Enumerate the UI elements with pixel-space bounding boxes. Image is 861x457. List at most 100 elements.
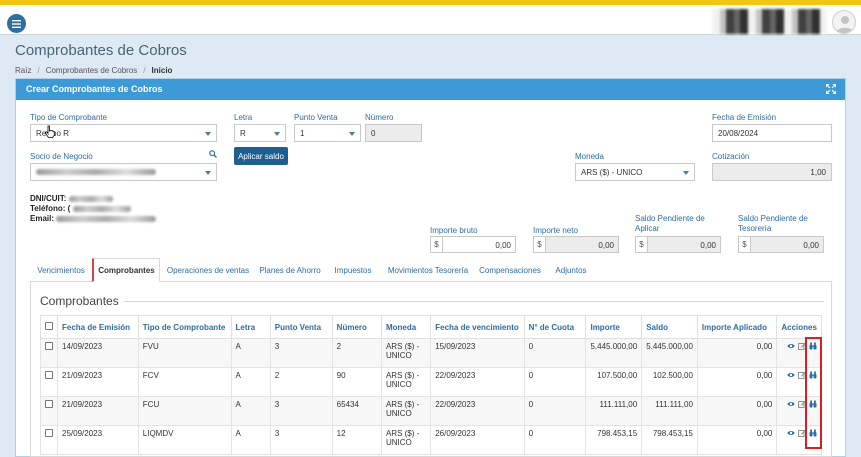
search-icon[interactable] <box>209 150 217 158</box>
chevron-down-icon <box>274 132 280 136</box>
table-cell: 22/09/2023 <box>430 396 525 426</box>
telefono-row: Teléfono: ( <box>30 204 131 213</box>
eye-icon[interactable] <box>787 400 795 408</box>
dni-row: DNI/CUIT: <box>30 194 113 203</box>
breadcrumb-current: Inicio <box>151 66 173 75</box>
cotizacion-field[interactable]: 1,00 <box>712 163 832 181</box>
table-cell: 25/09/2023 <box>57 425 139 455</box>
email-label: Email: <box>30 214 55 223</box>
tab-compensaciones[interactable]: Compensaciones <box>476 258 544 282</box>
tipo-comprobante-label: Tipo de Comprobante <box>30 113 108 122</box>
column-header[interactable]: Saldo <box>641 315 698 339</box>
row-checkbox[interactable] <box>45 429 53 437</box>
table-cell: FCV <box>137 367 232 397</box>
saldo-pendiente-aplicar-label: Saldo Pendiente de Aplicar <box>635 214 705 233</box>
breadcrumb-root[interactable]: Raíz <box>15 66 31 75</box>
table-cell: 3 <box>269 338 333 368</box>
tipo-comprobante-select[interactable]: Recibo R <box>30 124 217 142</box>
tab-comprobantes[interactable]: Comprobantes <box>92 258 160 282</box>
importe-bruto-field[interactable]: $ 0,00 <box>430 236 516 253</box>
tab-impuestos[interactable]: Impuestos <box>326 258 380 282</box>
column-header[interactable]: Moneda <box>380 315 432 339</box>
aplicar-saldo-button[interactable]: Aplicar saldo <box>234 147 288 165</box>
tab-operaciones-ventas[interactable]: Operaciones de ventas <box>162 258 254 282</box>
table-cell: 21/09/2023 <box>57 367 139 397</box>
fecha-emision-field[interactable]: 20/08/2024 <box>712 124 832 142</box>
chevron-down-icon <box>349 132 355 136</box>
email-row: Email: <box>30 214 157 223</box>
eye-icon[interactable] <box>787 342 795 350</box>
table-cell: A <box>230 338 271 368</box>
table-cell: A <box>230 396 271 426</box>
table-cell: ARS ($) - UNICO <box>380 367 432 397</box>
column-header[interactable]: Fecha de Emisión <box>57 315 139 339</box>
table-cell: 14/09/2023 <box>57 338 139 368</box>
user-avatar-icon[interactable] <box>832 10 856 34</box>
fecha-emision-label: Fecha de Emisión <box>712 113 777 122</box>
section-divider <box>124 301 824 302</box>
column-header[interactable]: Importe <box>585 315 643 339</box>
table-cell: 0 <box>523 396 587 426</box>
table-cell: FVU <box>137 338 232 368</box>
socio-negocio-select[interactable] <box>30 163 217 181</box>
table-cell: 0 <box>523 425 587 455</box>
punto-venta-select[interactable]: 1 <box>294 124 361 142</box>
page-title: Comprobantes de Cobros <box>15 42 187 59</box>
select-all-checkbox[interactable] <box>45 322 53 330</box>
table-cell: 3 <box>269 396 333 426</box>
table-cell: ARS ($) - UNICO <box>380 338 432 368</box>
row-checkbox[interactable] <box>45 400 53 408</box>
table-cell: 2 <box>331 338 382 368</box>
table-row: 25/09/2023 LIQMDV A 3 12 ARS ($) - UNICO 26/09… <box>40 425 822 455</box>
cotizacion-value: 1,00 <box>810 167 826 177</box>
importe-bruto-value: 0,00 <box>495 241 511 250</box>
table-row: 21/09/2023 FCU A 3 65434 ARS ($) - UNICO 22/09… <box>40 396 822 426</box>
moneda-select[interactable]: ARS ($) - UNICO <box>575 163 695 181</box>
table-cell: 0 <box>523 338 587 368</box>
hand-cursor-icon <box>44 125 55 138</box>
column-header[interactable]: N° de Cuota <box>523 315 587 339</box>
company-logo <box>712 9 826 34</box>
column-header[interactable]: Punto Venta <box>269 315 333 339</box>
table-cell: 21/09/2023 <box>57 396 139 426</box>
moneda-value: ARS ($) - UNICO <box>581 167 643 177</box>
eye-icon[interactable] <box>787 371 795 379</box>
tab-adjuntos[interactable]: Adjuntos <box>546 258 596 282</box>
letra-label: Letra <box>234 113 253 122</box>
eye-icon[interactable] <box>787 429 795 437</box>
panel-header: Crear Comprobantes de Cobros <box>16 79 845 100</box>
telefono-value <box>72 205 131 212</box>
table-cell: FCU <box>137 396 232 426</box>
table-cell: 111.111,00 <box>585 396 643 426</box>
tab-vencimientos[interactable]: Vencimientos <box>30 258 92 282</box>
table-cell: 798.453,15 <box>585 425 643 455</box>
saldo-pendiente-tesoreria-label: Saldo Pendiente de Tesorería <box>738 214 808 233</box>
expand-icon[interactable] <box>826 84 836 94</box>
hamburger-menu-icon[interactable] <box>7 14 26 33</box>
letra-select[interactable]: R <box>234 124 286 142</box>
importe-neto-value: 0,00 <box>546 237 618 252</box>
table-cell: 0 <box>523 367 587 397</box>
punto-venta-value: 1 <box>300 128 305 138</box>
section-title: Comprobantes <box>40 294 119 308</box>
table-cell: 90 <box>331 367 382 397</box>
row-checkbox[interactable] <box>45 371 53 379</box>
saldo-pendiente-tesoreria-field[interactable]: $ 0,00 <box>738 236 824 253</box>
column-header[interactable]: Número <box>331 315 382 339</box>
column-header[interactable]: Tipo de Comprobante <box>137 315 232 339</box>
row-checkbox[interactable] <box>45 342 53 350</box>
saldo-pendiente-aplicar-field[interactable]: $ 0,00 <box>635 236 721 253</box>
column-header[interactable]: Fecha de vencimiento <box>430 315 525 339</box>
importe-neto-field[interactable]: $ 0,00 <box>533 236 619 253</box>
table-cell: 22/09/2023 <box>430 367 525 397</box>
tab-movimientos-tesoreria[interactable]: Movimientos Tesorería <box>382 258 474 282</box>
row-select-cell <box>40 425 58 455</box>
column-header[interactable]: Importe Aplicado <box>696 315 778 339</box>
tab-planes-ahorro[interactable]: Planes de Ahorro <box>256 258 324 282</box>
table-cell: ARS ($) - UNICO <box>380 425 432 455</box>
breadcrumb-comprobantes[interactable]: Comprobantes de Cobros <box>46 66 138 75</box>
column-header[interactable]: Letra <box>230 315 271 339</box>
numero-field[interactable]: 0 <box>365 124 422 142</box>
table-cell: ARS ($) - UNICO <box>380 396 432 426</box>
cotizacion-label: Cotización <box>712 152 750 161</box>
